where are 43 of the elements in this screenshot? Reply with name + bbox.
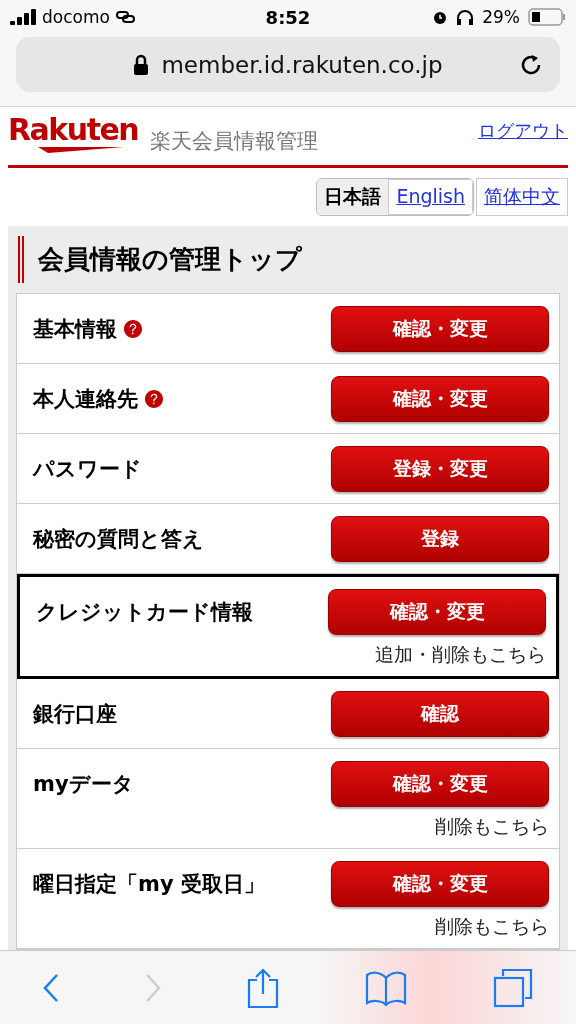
action-button[interactable]: 確認・変更	[331, 761, 549, 807]
help-icon[interactable]	[121, 317, 145, 341]
clock-time: 8:52	[265, 6, 311, 28]
site-title: 楽天会員情報管理	[150, 128, 319, 155]
battery-icon	[528, 8, 566, 26]
item-note: 追加・削除もこちら	[375, 642, 546, 667]
item-note: 削除もこちら	[435, 814, 549, 839]
address-bar[interactable]: member.id.rakuten.co.jp	[16, 37, 560, 92]
url-text: member.id.rakuten.co.jp	[161, 51, 443, 78]
battery-percent: 29%	[482, 7, 520, 27]
section-title: 会員情報の管理トップ	[18, 236, 560, 283]
rakuten-logo[interactable]: Rakuten	[8, 115, 139, 153]
action-button[interactable]: 登録・変更	[331, 446, 549, 492]
item-label: 本人連絡先	[33, 386, 138, 413]
headphones-icon	[456, 9, 475, 25]
language-tab[interactable]: 简体中文	[476, 178, 568, 216]
item-note: 削除もこちら	[435, 914, 549, 939]
link-icon	[115, 10, 136, 24]
action-button[interactable]: 確認	[331, 691, 549, 737]
item-label: 曜日指定「my 受取日」	[33, 871, 265, 898]
signal-icon	[10, 9, 36, 25]
carrier-name: docomo	[42, 7, 110, 27]
item-label: クレジットカード情報	[36, 599, 253, 626]
action-button[interactable]: 確認・変更	[331, 306, 549, 352]
help-icon[interactable]	[142, 387, 166, 411]
item-label: 秘密の質問と答え	[33, 526, 204, 553]
language-tab[interactable]: English	[388, 179, 473, 215]
item-label: 銀行口座	[33, 701, 117, 728]
alarm-icon	[432, 9, 449, 25]
back-icon[interactable]	[43, 972, 59, 1003]
item-label: myデータ	[33, 771, 134, 798]
item-label: 基本情報	[33, 316, 117, 343]
logout-link[interactable]: ログアウト	[478, 119, 568, 143]
item-label: パスワード	[33, 456, 142, 483]
share-icon[interactable]	[247, 967, 279, 1008]
bookmarks-icon[interactable]	[365, 969, 407, 1006]
tabs-icon[interactable]	[493, 967, 533, 1008]
action-button[interactable]: 確認・変更	[328, 589, 546, 635]
action-button[interactable]: 確認・変更	[331, 861, 549, 907]
lock-icon	[133, 53, 150, 76]
action-button[interactable]: 確認・変更	[331, 376, 549, 422]
language-tab[interactable]: 日本語	[317, 179, 389, 215]
action-button[interactable]: 登録	[331, 516, 549, 562]
